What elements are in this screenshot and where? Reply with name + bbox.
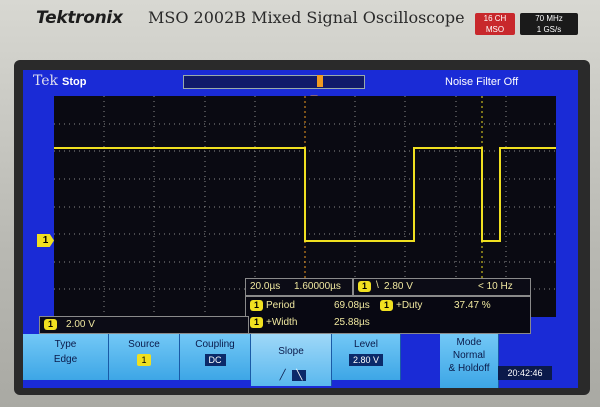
mode-value-2: & Holdoff (448, 363, 490, 374)
menu-source-button[interactable]: Source 1 (109, 334, 180, 380)
clock: 20:42:46 (498, 366, 552, 380)
source-label: Source (128, 339, 160, 350)
channel-badge: 16 CH MSO (475, 13, 515, 35)
meas-2-name: +Width (266, 317, 298, 328)
record-view-marker (317, 75, 323, 87)
scope-screen: Tek Stop Noise Filter Off T 1 20.0µs 1.6… (23, 70, 578, 388)
trigger-frequency: < 10 Hz (478, 281, 513, 292)
badge-line-2: MSO (485, 25, 505, 34)
run-state: Stop (62, 76, 87, 88)
status-bar: Tek Stop Noise Filter Off (23, 70, 578, 92)
record-position-bar (183, 75, 365, 89)
coupling-value: DC (204, 354, 226, 366)
ch1-ground-marker[interactable]: 1 (37, 234, 54, 247)
timebase-value: 20.0µs (250, 281, 281, 292)
spec-badge: 70 MHz 1 GS/s (520, 13, 578, 35)
slope-falling-icon: ╲ (292, 370, 307, 381)
type-value: Edge (53, 354, 78, 365)
source-value: 1 (137, 354, 151, 366)
measurements-panel: 1 Period 69.08µs 1 +Width 25.88µs 1 +Dut… (245, 296, 531, 334)
menu-mode-button[interactable]: Mode Normal & Holdoff (440, 334, 499, 388)
brand-logo: Tektronix (36, 8, 123, 28)
meas-3-name: +Duty (396, 300, 423, 311)
menu-level-button[interactable]: Level 2.80 V (332, 334, 401, 380)
meas-1-value: 69.08µs (334, 300, 370, 311)
ch1-scale-readout: 1 2.00 V (39, 316, 249, 334)
horizontal-readout: 20.0µs 1.60000µs (245, 278, 353, 296)
level-label: Level (354, 339, 378, 350)
slope-label: Slope (278, 346, 304, 357)
meas-2-value: 25.88µs (334, 317, 370, 328)
noise-filter-status: Noise Filter Off (445, 76, 519, 88)
spec-line-2: 1 GS/s (536, 25, 562, 34)
type-label: Type (54, 339, 77, 350)
menu-slope-button[interactable]: Slope ╱ ╲ (251, 334, 332, 386)
model-name: MSO 2002B Mixed Signal Oscilloscope (148, 8, 465, 27)
menu-type-button[interactable]: Type Edge (23, 334, 109, 380)
level-value: 2.80 V (348, 354, 384, 366)
meas-3-value: 37.47 % (454, 300, 491, 311)
meas-2-channel: 1 (250, 317, 263, 328)
slope-options: ╱ ╲ (251, 370, 331, 381)
ch1-scale-value: 2.00 V (66, 319, 95, 330)
slope-rising-icon: ╱ (279, 370, 286, 381)
mode-value-1: Normal (452, 350, 486, 361)
trigger-slope-icon: \ (376, 280, 379, 291)
horizontal-position: 1.60000µs (294, 281, 341, 292)
trigger-level: 2.80 V (384, 281, 413, 292)
meas-1-channel: 1 (250, 300, 263, 311)
mode-label: Mode (456, 337, 482, 348)
badge-line-1: 16 CH (483, 14, 507, 23)
ch1-scale-channel: 1 (44, 319, 57, 330)
menu-coupling-button[interactable]: Coupling DC (180, 334, 251, 380)
trigger-channel: 1 (358, 281, 371, 292)
meas-3-channel: 1 (380, 300, 393, 311)
meas-1-name: Period (266, 300, 295, 311)
spec-line-1: 70 MHz (535, 14, 563, 23)
coupling-label: Coupling (195, 339, 235, 350)
trigger-readout: 1 \ 2.80 V < 10 Hz (353, 278, 531, 296)
trigger-menu: Type Edge Source 1 Coupling DC Slope ╱ ╲… (23, 334, 578, 388)
ch1-waveform (54, 147, 556, 242)
tek-logo: Tek (33, 73, 59, 89)
